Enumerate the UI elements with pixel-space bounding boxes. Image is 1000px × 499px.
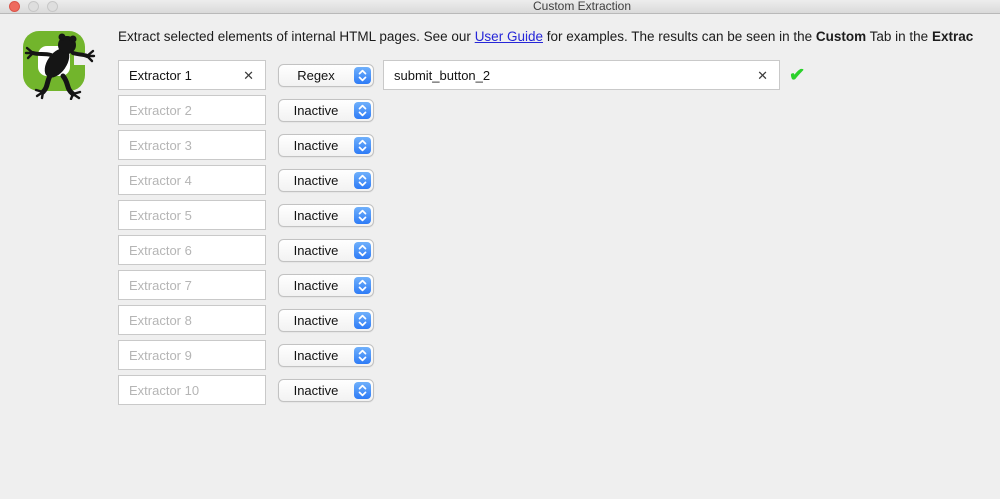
description-part3: Tab in the (866, 29, 932, 44)
traffic-lights (9, 1, 58, 12)
extractor-1-mode-dropdown[interactable]: Regex (278, 63, 374, 87)
extractor-2-name-field (118, 95, 266, 125)
extractor-1-name-field: ✕ (118, 60, 266, 90)
stepper-icon (354, 241, 371, 259)
clear-name-icon[interactable]: ✕ (243, 69, 265, 82)
extractor-9-mode-dropdown[interactable]: Inactive (278, 343, 374, 367)
extractor-9-name-field (118, 340, 266, 370)
titlebar: Custom Extraction (0, 0, 1000, 14)
extractor-2-name-input[interactable] (119, 97, 265, 123)
dialog-content: Extract selected elements of internal HT… (0, 14, 1000, 499)
extractor-3-name-input[interactable] (119, 132, 265, 158)
extractor-row-7: Inactive (118, 270, 805, 300)
extractor-8-mode-dropdown[interactable]: Inactive (278, 308, 374, 332)
extractor-row-3: Inactive (118, 130, 805, 160)
extractor-5-name-input[interactable] (119, 202, 265, 228)
description-bold-extraction: Extrac (931, 29, 974, 44)
extractor-10-mode-dropdown[interactable]: Inactive (278, 378, 374, 402)
screaming-frog-logo-icon (18, 28, 98, 101)
description-part1: Extract selected elements of internal HT… (118, 29, 475, 44)
extractor-3-name-field (118, 130, 266, 160)
extractor-row-8: Inactive (118, 305, 805, 335)
extractor-row-2: Inactive (118, 95, 805, 125)
description-text: Extract selected elements of internal HT… (118, 29, 1000, 44)
clear-value-icon[interactable]: ✕ (757, 69, 779, 82)
extractor-1-value-field: ✕ (383, 60, 780, 90)
extractor-1-value-input[interactable] (384, 62, 758, 88)
extractor-10-name-input[interactable] (119, 377, 265, 403)
stepper-icon (354, 101, 371, 119)
user-guide-link[interactable]: User Guide (475, 29, 543, 44)
extractor-8-name-field (118, 305, 266, 335)
zoom-button (47, 1, 58, 12)
extractor-rows: ✕ Regex ✕ ✔ (118, 60, 805, 410)
extractor-row-1: ✕ Regex ✕ ✔ (118, 60, 805, 90)
stepper-icon (354, 311, 371, 329)
extractor-4-mode-dropdown[interactable]: Inactive (278, 168, 374, 192)
extractor-6-mode-dropdown[interactable]: Inactive (278, 238, 374, 262)
extractor-5-mode-dropdown[interactable]: Inactive (278, 203, 374, 227)
close-button[interactable] (9, 1, 20, 12)
stepper-icon (354, 381, 371, 399)
extractor-3-mode-dropdown[interactable]: Inactive (278, 133, 374, 157)
extractor-1-name-input[interactable] (119, 62, 244, 88)
extractor-10-name-field (118, 375, 266, 405)
stepper-icon (354, 171, 371, 189)
extractor-4-name-field (118, 165, 266, 195)
valid-check-icon: ✔ (788, 64, 806, 86)
stepper-icon (354, 136, 371, 154)
extractor-row-9: Inactive (118, 340, 805, 370)
minimize-button (28, 1, 39, 12)
extractor-7-name-input[interactable] (119, 272, 265, 298)
extractor-row-10: Inactive (118, 375, 805, 405)
extractor-6-name-input[interactable] (119, 237, 265, 263)
extractor-7-name-field (118, 270, 266, 300)
extractor-7-mode-dropdown[interactable]: Inactive (278, 273, 374, 297)
stepper-icon (354, 346, 371, 364)
stepper-icon (354, 66, 371, 84)
extractor-8-name-input[interactable] (119, 307, 265, 333)
extractor-6-name-field (118, 235, 266, 265)
extractor-5-name-field (118, 200, 266, 230)
extractor-row-6: Inactive (118, 235, 805, 265)
custom-extraction-window: Custom Extraction Extract selected eleme… (0, 0, 1000, 499)
extractor-2-mode-dropdown[interactable]: Inactive (278, 98, 374, 122)
description-part2: for examples. The results can be seen in… (542, 29, 816, 44)
extractor-4-name-input[interactable] (119, 167, 265, 193)
window-title: Custom Extraction (532, 0, 632, 13)
description-bold-custom: Custom (815, 29, 867, 44)
stepper-icon (354, 276, 371, 294)
extractor-row-5: Inactive (118, 200, 805, 230)
stepper-icon (354, 206, 371, 224)
extractor-9-name-input[interactable] (119, 342, 265, 368)
extractor-row-4: Inactive (118, 165, 805, 195)
